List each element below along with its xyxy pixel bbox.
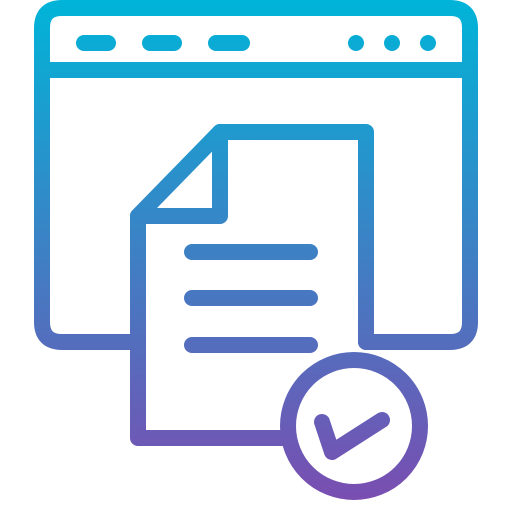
browser-document-check-icon [34,0,478,500]
document-outline [130,124,374,446]
icon-canvas [0,0,512,512]
browser-dot-1 [348,35,364,51]
check-badge-icon [280,352,428,500]
document-icon [130,124,374,446]
checkmark-icon [314,412,390,460]
browser-dot-2 [384,35,400,51]
browser-dot-3 [420,35,436,51]
check-badge-circle [280,352,428,500]
browser-controls [348,35,436,51]
